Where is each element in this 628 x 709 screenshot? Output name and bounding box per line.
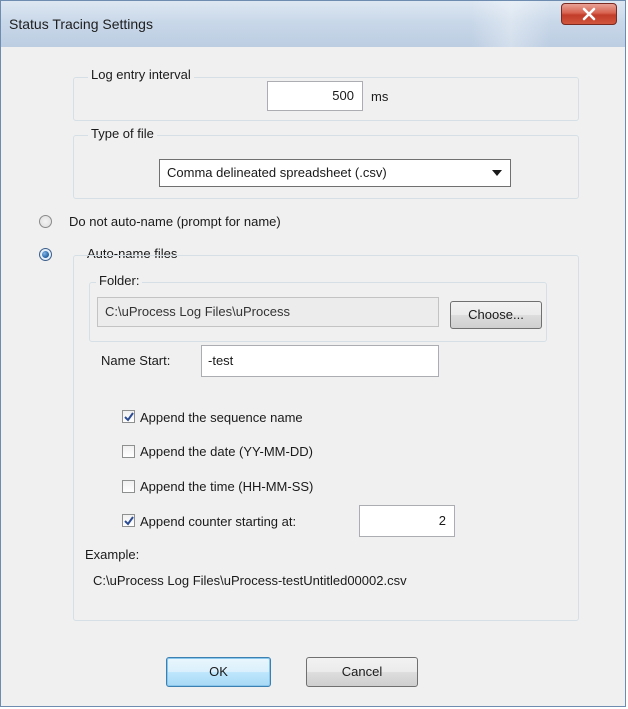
chevron-down-icon	[492, 170, 502, 176]
close-button[interactable]	[561, 3, 617, 25]
folder-label: Folder:	[96, 273, 143, 288]
window-title: Status Tracing Settings	[9, 16, 153, 32]
append-time-label[interactable]: Append the time (HH-MM-SS)	[140, 479, 313, 494]
append-time-checkbox[interactable]	[122, 480, 135, 493]
file-type-label: Type of file	[88, 126, 157, 141]
file-type-dropdown[interactable]: Comma delineated spreadsheet (.csv)	[159, 159, 511, 187]
append-counter-checkbox[interactable]	[122, 514, 135, 527]
log-interval-unit: ms	[371, 89, 389, 104]
example-value: C:\uProcess Log Files\uProcess-testUntit…	[93, 573, 407, 588]
log-interval-label: Log entry interval	[88, 67, 194, 82]
title-bar[interactable]: Status Tracing Settings	[1, 1, 625, 47]
choose-folder-button[interactable]: Choose...	[450, 301, 542, 329]
ok-button[interactable]: OK	[166, 657, 271, 687]
file-type-selected: Comma delineated spreadsheet (.csv)	[167, 165, 387, 180]
no-autoname-radio[interactable]	[39, 215, 52, 228]
append-sequence-checkbox[interactable]	[122, 410, 135, 423]
cancel-button[interactable]: Cancel	[306, 657, 418, 687]
autoname-radio[interactable]	[39, 248, 52, 261]
append-date-label[interactable]: Append the date (YY-MM-DD)	[140, 444, 313, 459]
counter-start-input[interactable]: 2	[359, 505, 455, 537]
close-icon	[582, 7, 596, 21]
name-start-input[interactable]: -test	[201, 345, 439, 377]
status-tracing-settings-dialog: Status Tracing Settings Log entry interv…	[0, 0, 626, 707]
append-date-checkbox[interactable]	[122, 445, 135, 458]
append-counter-label[interactable]: Append counter starting at:	[140, 514, 296, 529]
no-autoname-label[interactable]: Do not auto-name (prompt for name)	[69, 214, 281, 229]
title-bar-glass-highlight	[471, 1, 551, 47]
checkmark-icon	[124, 412, 134, 422]
dialog-body: Log entry interval 500 ms Type of file C…	[9, 47, 617, 701]
append-sequence-label[interactable]: Append the sequence name	[140, 410, 303, 425]
log-interval-input[interactable]: 500	[267, 81, 363, 111]
checkmark-icon	[124, 516, 134, 526]
folder-path-field: C:\uProcess Log Files\uProcess	[97, 297, 439, 327]
name-start-label: Name Start:	[101, 353, 171, 368]
example-label: Example:	[85, 547, 140, 562]
